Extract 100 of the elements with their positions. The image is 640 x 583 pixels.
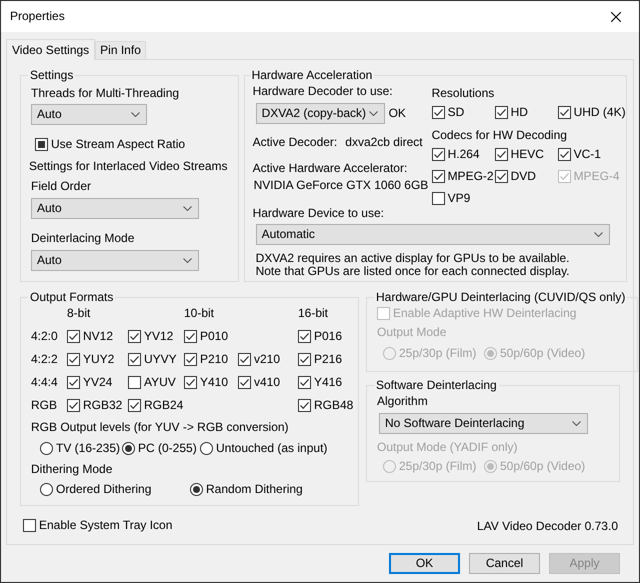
chevron-down-icon (368, 111, 378, 116)
checkbox-label: AYUV (144, 375, 176, 390)
radio-label: 25p/30p (Film) (399, 346, 476, 361)
checkbox-label: SD (448, 105, 464, 120)
checkbox-label: v410 (254, 375, 280, 390)
checkbox[interactable] (494, 148, 508, 161)
row-label: 4:4:4 (31, 375, 59, 390)
checkbox-label: P216 (314, 352, 342, 367)
group-title: Settings (29, 68, 74, 83)
checkbox-label: UYVY (144, 352, 177, 367)
checkbox-label: RGB24 (144, 398, 184, 413)
field-label: RGB Output levels (for YUV -> RGB conversion) (31, 420, 290, 435)
dropdown[interactable]: DXVA2 (copy-back) (256, 103, 385, 124)
radio-button[interactable] (40, 442, 53, 455)
dropdown[interactable]: Auto (31, 250, 199, 271)
checkbox[interactable] (494, 106, 508, 119)
checkbox-label: H.264 (448, 147, 480, 162)
checkbox[interactable] (128, 330, 141, 343)
checkbox[interactable] (67, 353, 80, 366)
tab[interactable]: Pin Info (95, 41, 146, 59)
checkbox[interactable] (184, 353, 197, 366)
field-label: Active Hardware Accelerator: (252, 161, 408, 176)
checkbox-label: P016 (314, 329, 342, 344)
radio-button[interactable] (122, 442, 135, 455)
checkbox-label: HEVC (510, 147, 544, 162)
dropdown[interactable]: Auto (31, 198, 199, 219)
checkbox-label: Use Stream Aspect Ratio (51, 137, 186, 152)
field-label: Algorithm (377, 394, 429, 409)
checkbox[interactable] (432, 106, 445, 119)
checkbox-label: NV12 (83, 329, 114, 344)
checkbox-label: Enable Adaptive HW Deinterlacing (393, 306, 576, 321)
checkbox[interactable] (298, 399, 311, 412)
chevron-down-icon (131, 112, 140, 117)
radio-label: 50p/60p (Video) (500, 346, 586, 361)
column-header: 10-bit (184, 306, 216, 321)
status-text: OK (388, 106, 406, 121)
tab[interactable]: Video Settings (6, 39, 96, 60)
radio-button[interactable] (40, 483, 53, 496)
radio-label: Random Dithering (206, 482, 303, 497)
checkbox[interactable] (558, 106, 571, 119)
checkbox[interactable] (67, 399, 80, 412)
dialog-button[interactable]: OK (389, 553, 460, 574)
radio-label: 25p/30p (Film) (399, 459, 476, 474)
checkbox-label: HD (510, 105, 528, 120)
field-value: NVIDIA GeForce GTX 1060 6GB (252, 178, 430, 193)
dropdown[interactable]: Auto (31, 104, 147, 125)
field-label: Deinterlacing Mode (31, 231, 136, 246)
note-text: DXVA2 requires an active display for GPUs to be available. (256, 252, 570, 265)
checkbox-label: P010 (200, 329, 228, 344)
checkbox[interactable] (432, 170, 445, 183)
radio-label: 50p/60p (Video) (500, 459, 586, 474)
checkbox[interactable] (432, 148, 445, 161)
field-label: Hardware Device to use: (252, 206, 385, 221)
window-title: Properties (10, 9, 65, 24)
checkbox[interactable] (128, 353, 141, 366)
field-label: Hardware Decoder to use: (252, 84, 394, 99)
checkbox[interactable] (184, 330, 197, 343)
checkbox-label: MPEG-2 (448, 169, 494, 184)
radio-button[interactable] (200, 442, 213, 455)
group-title: Hardware/GPU Deinterlacing (CUVID/QS only) (375, 290, 626, 305)
chevron-down-icon (572, 421, 581, 426)
field-label: Output Mode (YADIF only) (377, 440, 518, 455)
checkbox-label: YUY2 (83, 352, 114, 367)
checkbox[interactable] (128, 399, 141, 412)
checkbox[interactable] (238, 376, 251, 389)
checkbox-label: Y416 (314, 375, 342, 390)
checkbox[interactable] (67, 376, 80, 389)
checkbox-label: VC-1 (574, 147, 601, 162)
field-label: Output Mode (377, 325, 448, 340)
checkbox[interactable] (432, 192, 445, 205)
checkbox-label: YV24 (83, 375, 112, 390)
checkbox[interactable] (298, 353, 311, 366)
checkbox-label: RGB48 (314, 398, 354, 413)
checkbox-label: MPEG-4 (574, 169, 620, 184)
checkbox[interactable] (298, 330, 311, 343)
checkbox[interactable] (67, 330, 80, 343)
checkbox[interactable] (298, 376, 311, 389)
field-label: Settings for Interlaced Video Streams (29, 159, 228, 174)
checkbox[interactable] (35, 138, 48, 151)
version-text: LAV Video Decoder 0.73.0 (477, 519, 618, 534)
checkbox[interactable] (23, 518, 36, 532)
chevron-down-icon (183, 206, 192, 211)
checkbox-label: P210 (200, 352, 228, 367)
dropdown[interactable]: Automatic (256, 224, 610, 245)
row-label: RGB (31, 398, 58, 413)
field-label: Dithering Mode (31, 462, 114, 477)
field-label: Codecs for HW Decoding (432, 128, 568, 143)
group-title: Hardware Acceleration (250, 68, 374, 83)
dropdown[interactable]: No Software Deinterlacing (379, 413, 588, 434)
chevron-down-icon (183, 258, 192, 263)
column-header: 16-bit (298, 306, 330, 321)
dialog-button[interactable]: Cancel (469, 553, 540, 574)
radio-button[interactable] (190, 483, 203, 496)
radio-label: Untouched (as input) (216, 441, 328, 456)
checkbox[interactable] (184, 376, 197, 389)
checkbox[interactable] (494, 170, 508, 183)
checkbox[interactable] (128, 376, 141, 389)
checkbox[interactable] (558, 148, 571, 161)
field-value: dxva2cb direct (345, 135, 423, 150)
checkbox[interactable] (238, 353, 251, 366)
